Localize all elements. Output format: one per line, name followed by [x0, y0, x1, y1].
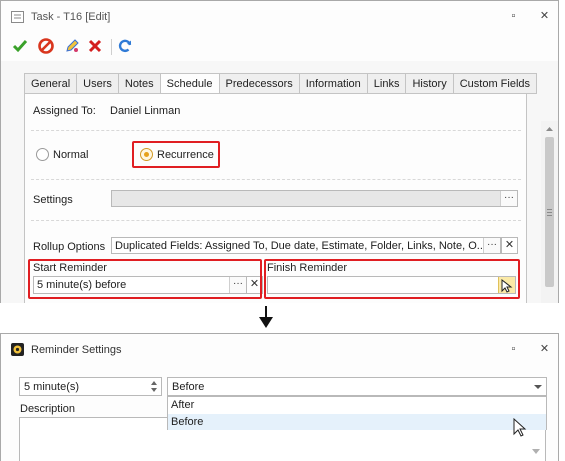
restore-icon[interactable]: ▫ [507, 10, 520, 23]
divider [31, 130, 521, 131]
tab-schedule[interactable]: Schedule [159, 73, 219, 95]
divider [31, 179, 521, 180]
description-label: Description [20, 403, 76, 415]
settings-field[interactable]: ··· [111, 190, 518, 207]
reminder-settings-window: Reminder Settings ▫ ✕ 5 minute(s) Before… [0, 333, 559, 461]
reminder-amount-value: 5 minute(s) [24, 381, 80, 393]
dropdown-option-before[interactable]: Before [168, 414, 546, 430]
close-icon[interactable]: ✕ [538, 10, 551, 23]
tab-users[interactable]: Users [76, 73, 118, 94]
scrollbar-thumb[interactable] [545, 137, 554, 287]
scroll-up-icon[interactable] [541, 123, 558, 135]
dropdown-option-after[interactable]: After [168, 397, 546, 413]
rollup-clear-button[interactable]: ✕ [501, 237, 518, 254]
task-window: Task - T16 [Edit] ▫ ✕ General Users Note… [0, 0, 559, 303]
toolbar-separator [111, 39, 112, 55]
toolbar [1, 33, 558, 59]
window-title: Task - T16 [Edit] [31, 11, 111, 23]
tab-information[interactable]: Information [298, 73, 367, 94]
recurrence-highlight [132, 141, 220, 168]
refresh-button[interactable] [116, 37, 134, 55]
tab-history[interactable]: History [405, 73, 453, 94]
tab-general[interactable]: General [24, 73, 77, 94]
refresh-icon [118, 39, 132, 53]
rollup-options-label: Rollup Options [33, 241, 106, 253]
start-reminder-highlight [28, 259, 262, 299]
cancel-button[interactable] [37, 37, 55, 55]
reminder-bell-icon [11, 343, 24, 356]
rollup-options-value: Duplicated Fields: Assigned To, Due date… [115, 240, 486, 252]
mouse-cursor-icon [513, 418, 527, 437]
schedule-panel: Assigned To: Daniel Linman Normal Recurr… [24, 93, 527, 303]
radio-normal[interactable] [36, 148, 49, 161]
reminder-amount-spinner[interactable]: 5 minute(s) [19, 377, 162, 396]
restore-icon[interactable]: ▫ [507, 343, 520, 356]
edit-button[interactable] [63, 37, 81, 55]
rollup-ellipsis-button[interactable]: ··· [483, 238, 500, 253]
close-icon[interactable]: ✕ [538, 343, 551, 356]
finish-reminder-highlight [264, 259, 520, 299]
assigned-to-value: Daniel Linman [110, 105, 181, 117]
reminder-title-bar: Reminder Settings ▫ ✕ [1, 334, 558, 366]
reminder-direction-select[interactable]: Before [167, 377, 547, 396]
save-icon [12, 40, 28, 53]
delete-icon [88, 39, 102, 53]
down-arrow-icon [259, 306, 273, 328]
spinner-arrows-icon[interactable] [149, 378, 159, 395]
tab-predecessors[interactable]: Predecessors [218, 73, 299, 94]
edit-icon [66, 39, 79, 52]
chevron-down-icon[interactable] [533, 378, 543, 395]
reminder-direction-value: Before [172, 381, 205, 393]
form-area: General Users Notes Schedule Predecessor… [1, 61, 558, 303]
tab-links[interactable]: Links [366, 73, 406, 94]
settings-ellipsis-button[interactable]: ··· [500, 191, 517, 206]
rollup-options-field[interactable]: Duplicated Fields: Assigned To, Due date… [111, 237, 501, 254]
title-bar: Task - T16 [Edit] ▫ ✕ [1, 1, 558, 33]
delete-button[interactable] [86, 37, 104, 55]
divider [31, 220, 521, 221]
tab-strip: General Users Notes Schedule Predecessor… [24, 73, 538, 95]
scroll-down-icon[interactable] [531, 448, 541, 456]
cancel-icon [38, 38, 54, 54]
radio-normal-label[interactable]: Normal [53, 149, 88, 161]
assigned-to-label: Assigned To: [33, 105, 96, 117]
save-button[interactable] [11, 37, 29, 55]
vertical-scrollbar[interactable] [541, 121, 558, 303]
direction-dropdown-list: After Before [167, 396, 547, 430]
settings-label: Settings [33, 194, 73, 206]
tab-custom-fields[interactable]: Custom Fields [452, 73, 538, 94]
reminder-window-title: Reminder Settings [31, 344, 122, 356]
tab-notes[interactable]: Notes [117, 73, 160, 94]
task-app-icon [11, 11, 24, 23]
